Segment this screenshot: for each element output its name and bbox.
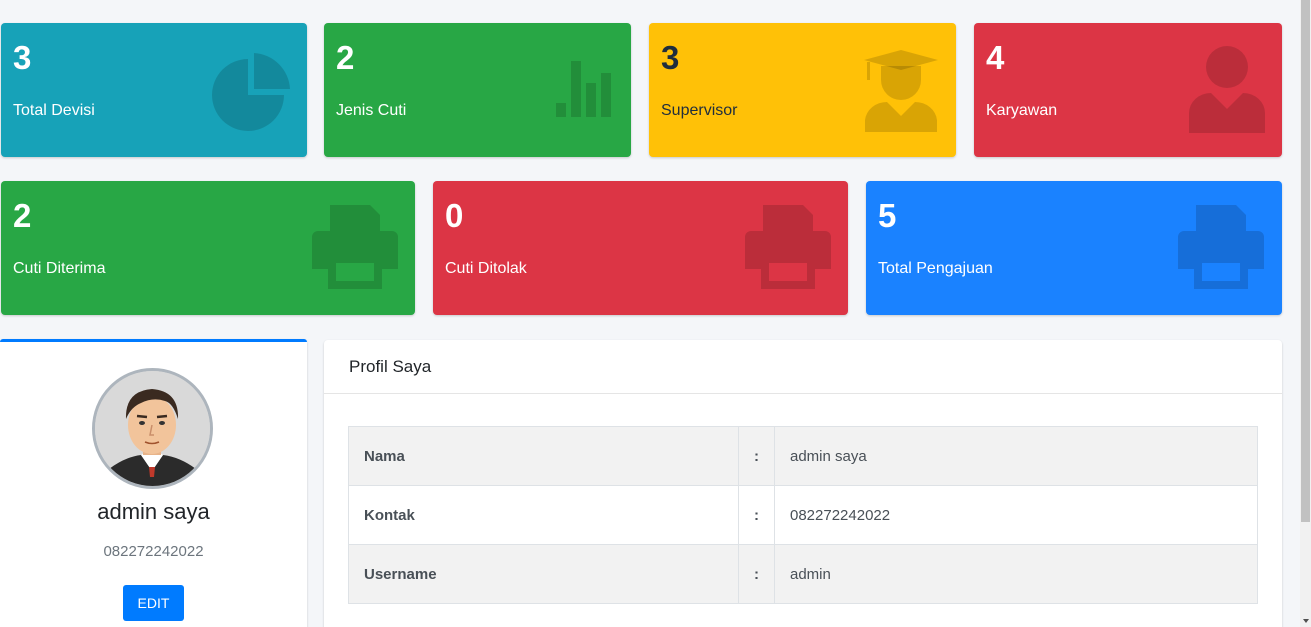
stat-label: Cuti Ditolak bbox=[445, 260, 527, 277]
profile-detail-card: Profil Saya Nama : admin saya Kontak : 0… bbox=[324, 340, 1282, 627]
stat-box-supervisor[interactable]: 3 Supervisor bbox=[649, 23, 956, 157]
separator: : bbox=[738, 426, 775, 486]
stat-value: 2 bbox=[336, 39, 355, 76]
card-title: Profil Saya bbox=[324, 340, 1282, 394]
stat-label: Total Pengajuan bbox=[878, 260, 993, 277]
profile-table: Nama : admin saya Kontak : 082272242022 … bbox=[348, 426, 1258, 604]
field-value: admin saya bbox=[774, 426, 1258, 486]
scroll-down-arrow-icon[interactable] bbox=[1303, 619, 1309, 623]
printer-icon bbox=[1178, 205, 1264, 289]
field-label: Nama bbox=[348, 426, 739, 486]
stat-box-karyawan[interactable]: 4 Karyawan bbox=[974, 23, 1282, 157]
scrollbar[interactable] bbox=[1300, 0, 1311, 627]
stat-value: 3 bbox=[13, 39, 32, 76]
profile-card: admin saya 082272242022 EDIT bbox=[0, 339, 307, 627]
field-label: Username bbox=[348, 544, 739, 604]
table-row: Username : admin bbox=[348, 544, 1258, 604]
stat-value: 3 bbox=[661, 39, 680, 76]
stat-label: Jenis Cuti bbox=[336, 102, 407, 119]
pie-chart-icon bbox=[212, 53, 290, 131]
stat-box-cuti-diterima[interactable]: 2 Cuti Diterima bbox=[1, 181, 415, 315]
stat-label: Supervisor bbox=[661, 102, 738, 119]
separator: : bbox=[738, 485, 775, 545]
stat-value: 4 bbox=[986, 39, 1005, 76]
profile-phone: 082272242022 bbox=[103, 543, 204, 560]
field-value: 082272242022 bbox=[774, 485, 1258, 545]
stat-label: Total Devisi bbox=[13, 102, 95, 119]
stat-value: 0 bbox=[445, 197, 464, 234]
field-value: admin bbox=[774, 544, 1258, 604]
stat-value: 5 bbox=[878, 197, 897, 234]
stat-value: 2 bbox=[13, 197, 32, 234]
bar-chart-icon bbox=[556, 61, 611, 117]
user-avatar-icon bbox=[92, 368, 213, 489]
stat-box-total-devisi[interactable]: 3 Total Devisi bbox=[1, 23, 307, 157]
graduate-icon bbox=[864, 50, 938, 132]
profile-name: admin saya bbox=[97, 499, 210, 524]
table-row: Nama : admin saya bbox=[348, 426, 1258, 486]
field-label: Kontak bbox=[348, 485, 739, 545]
printer-icon bbox=[312, 205, 398, 289]
edit-button[interactable]: EDIT bbox=[123, 585, 184, 621]
stat-label: Karyawan bbox=[986, 102, 1058, 119]
separator: : bbox=[738, 544, 775, 604]
user-tie-icon bbox=[1189, 46, 1265, 133]
scrollbar-thumb[interactable] bbox=[1301, 0, 1310, 522]
table-row: Kontak : 082272242022 bbox=[348, 485, 1258, 545]
printer-icon bbox=[745, 205, 831, 289]
stat-box-total-pengajuan[interactable]: 5 Total Pengajuan bbox=[866, 181, 1282, 315]
stat-box-jenis-cuti[interactable]: 2 Jenis Cuti bbox=[324, 23, 631, 157]
stat-label: Cuti Diterima bbox=[13, 260, 106, 277]
stat-box-cuti-ditolak[interactable]: 0 Cuti Ditolak bbox=[433, 181, 848, 315]
